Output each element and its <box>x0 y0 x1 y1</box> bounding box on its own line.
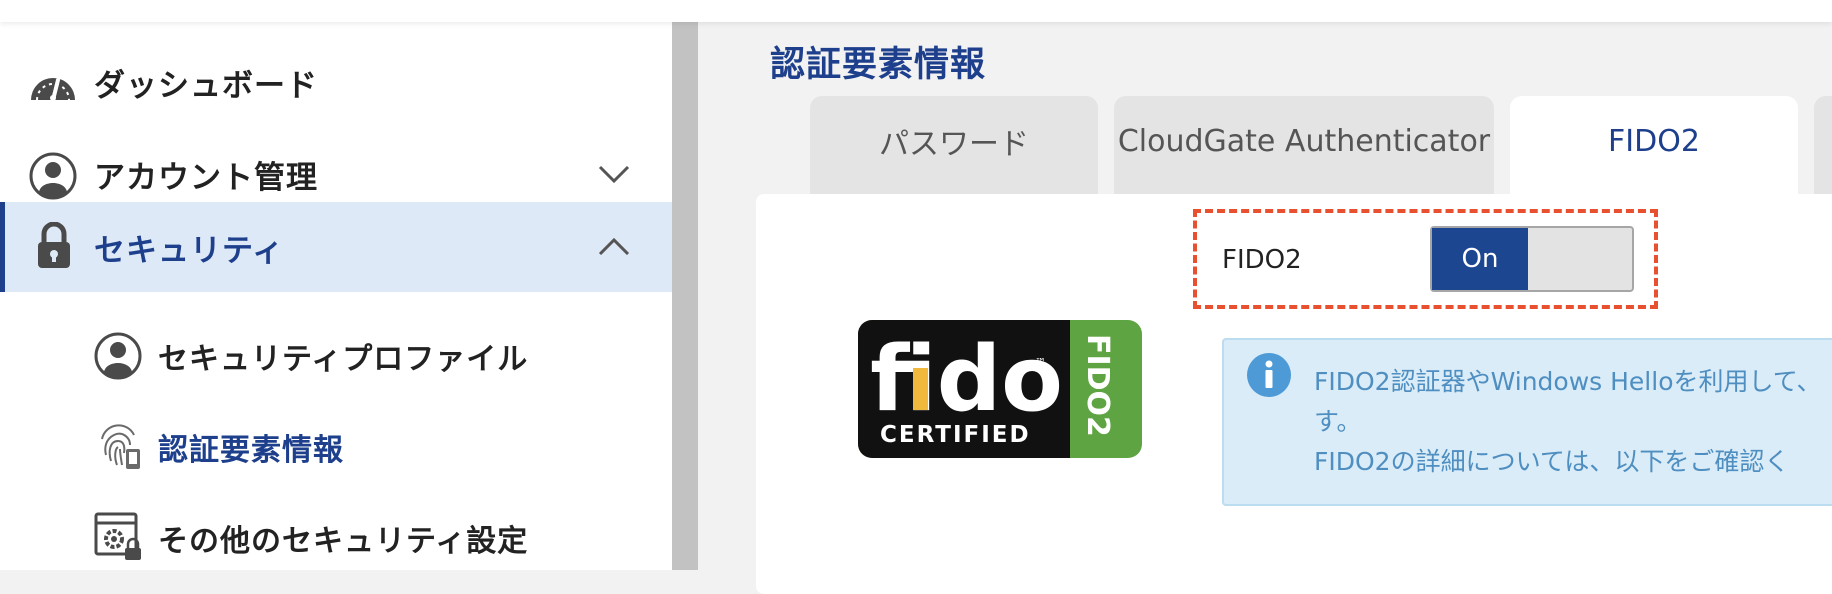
sidebar-item-label: 認証要素情報 <box>158 433 344 468</box>
info-line-3: FIDO2の詳細については、以下をご確認く <box>1314 447 1790 476</box>
sidebar-item-label: セキュリティ <box>94 232 285 269</box>
sidebar-item-label: その他のセキュリティ設定 <box>158 524 529 559</box>
page-title: 認証要素情報 <box>770 45 987 85</box>
sidebar-scrollbar[interactable] <box>672 22 698 570</box>
sidebar-item-dashboard[interactable]: ダッシュボード <box>0 40 672 124</box>
fido-certified-text: CERTIFIED <box>880 422 1031 448</box>
chevron-down-icon[interactable] <box>598 158 630 190</box>
toggle-on-state[interactable]: On <box>1432 228 1528 290</box>
tab-password[interactable]: パスワード <box>810 96 1098 194</box>
info-line-2: す。 <box>1314 407 1362 436</box>
profile-icon <box>94 332 142 380</box>
tab-cloudgate-authenticator[interactable]: CloudGate Authenticator <box>1114 96 1494 194</box>
sidebar-item-auth-factors[interactable]: 認証要素情報 <box>0 405 672 489</box>
fido2-toggle-switch[interactable]: On <box>1430 226 1634 292</box>
sidebar-item-security[interactable]: セキュリティ <box>0 202 672 292</box>
chevron-up-icon[interactable] <box>598 231 630 263</box>
user-avatar-icon <box>29 152 77 200</box>
sidebar-item-label: ダッシュボード <box>94 67 318 104</box>
fido-certified-logo: fido ™ CERTIFIED FIDO2 <box>858 320 1142 462</box>
fido2-toggle-label: FIDO2 <box>1222 245 1302 275</box>
top-bar <box>0 0 1832 22</box>
dashboard-gauge-icon <box>29 60 77 104</box>
fido-trademark: ™ <box>1035 356 1046 369</box>
sidebar-item-label: セキュリティプロファイル <box>158 342 529 377</box>
tab-fido2[interactable]: FIDO2 <box>1510 96 1798 194</box>
sidebar-item-security-profile[interactable]: セキュリティプロファイル <box>0 314 672 398</box>
fido-band-text: FIDO2 <box>1080 334 1115 437</box>
tab-next[interactable] <box>1814 96 1832 194</box>
lock-icon <box>36 222 72 270</box>
sidebar-item-other-security-settings[interactable]: その他のセキュリティ設定 <box>0 496 672 580</box>
settings-window-lock-icon <box>94 512 142 562</box>
sidebar-item-label: アカウント管理 <box>94 159 318 196</box>
fingerprint-icon <box>96 421 142 471</box>
sidebar: ダッシュボード アカウント管理 セキュリティ セキュリティプロファイル 認証要素… <box>0 22 672 570</box>
info-message: FIDO2認証器やWindows Helloを利用して、 す。 FIDO2の詳細… <box>1314 362 1832 482</box>
info-line-1: FIDO2認証器やWindows Helloを利用して、 <box>1314 367 1822 396</box>
fido-word: fido <box>870 327 1063 432</box>
info-icon <box>1246 352 1292 402</box>
